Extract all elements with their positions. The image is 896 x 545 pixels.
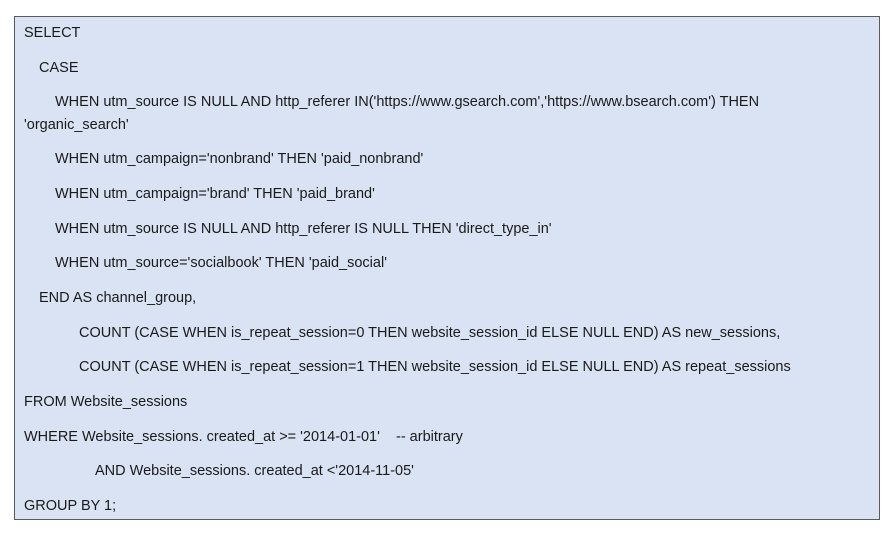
- sql-code-block: SELECT CASE WHEN utm_source IS NULL AND …: [14, 16, 880, 520]
- code-line-count-new: COUNT (CASE WHEN is_repeat_session=0 THE…: [79, 325, 781, 341]
- code-line-select: SELECT: [24, 25, 81, 41]
- code-line-count-repeat: COUNT (CASE WHEN is_repeat_session=1 THE…: [79, 359, 791, 375]
- code-line-case: CASE: [39, 60, 79, 76]
- code-line-from: FROM Website_sessions: [24, 394, 188, 410]
- code-line-when-social: WHEN utm_source='socialbook' THEN 'paid_…: [55, 255, 387, 271]
- code-line-end-channel-group: END AS channel_group,: [39, 290, 197, 306]
- code-line-when-brand: WHEN utm_campaign='brand' THEN 'paid_bra…: [55, 186, 375, 202]
- code-line-and: AND Website_sessions. created_at <'2014-…: [95, 463, 414, 479]
- code-line-when-nonbrand: WHEN utm_campaign='nonbrand' THEN 'paid_…: [55, 151, 424, 167]
- code-line-when-organic: WHEN utm_source IS NULL AND http_referer…: [55, 94, 760, 110]
- code-line-when-direct: WHEN utm_source IS NULL AND http_referer…: [55, 221, 552, 237]
- code-line-group-by: GROUP BY 1;: [24, 498, 117, 514]
- code-line-organic-search: 'organic_search': [24, 117, 129, 133]
- code-line-where: WHERE Website_sessions. created_at >= '2…: [24, 429, 463, 445]
